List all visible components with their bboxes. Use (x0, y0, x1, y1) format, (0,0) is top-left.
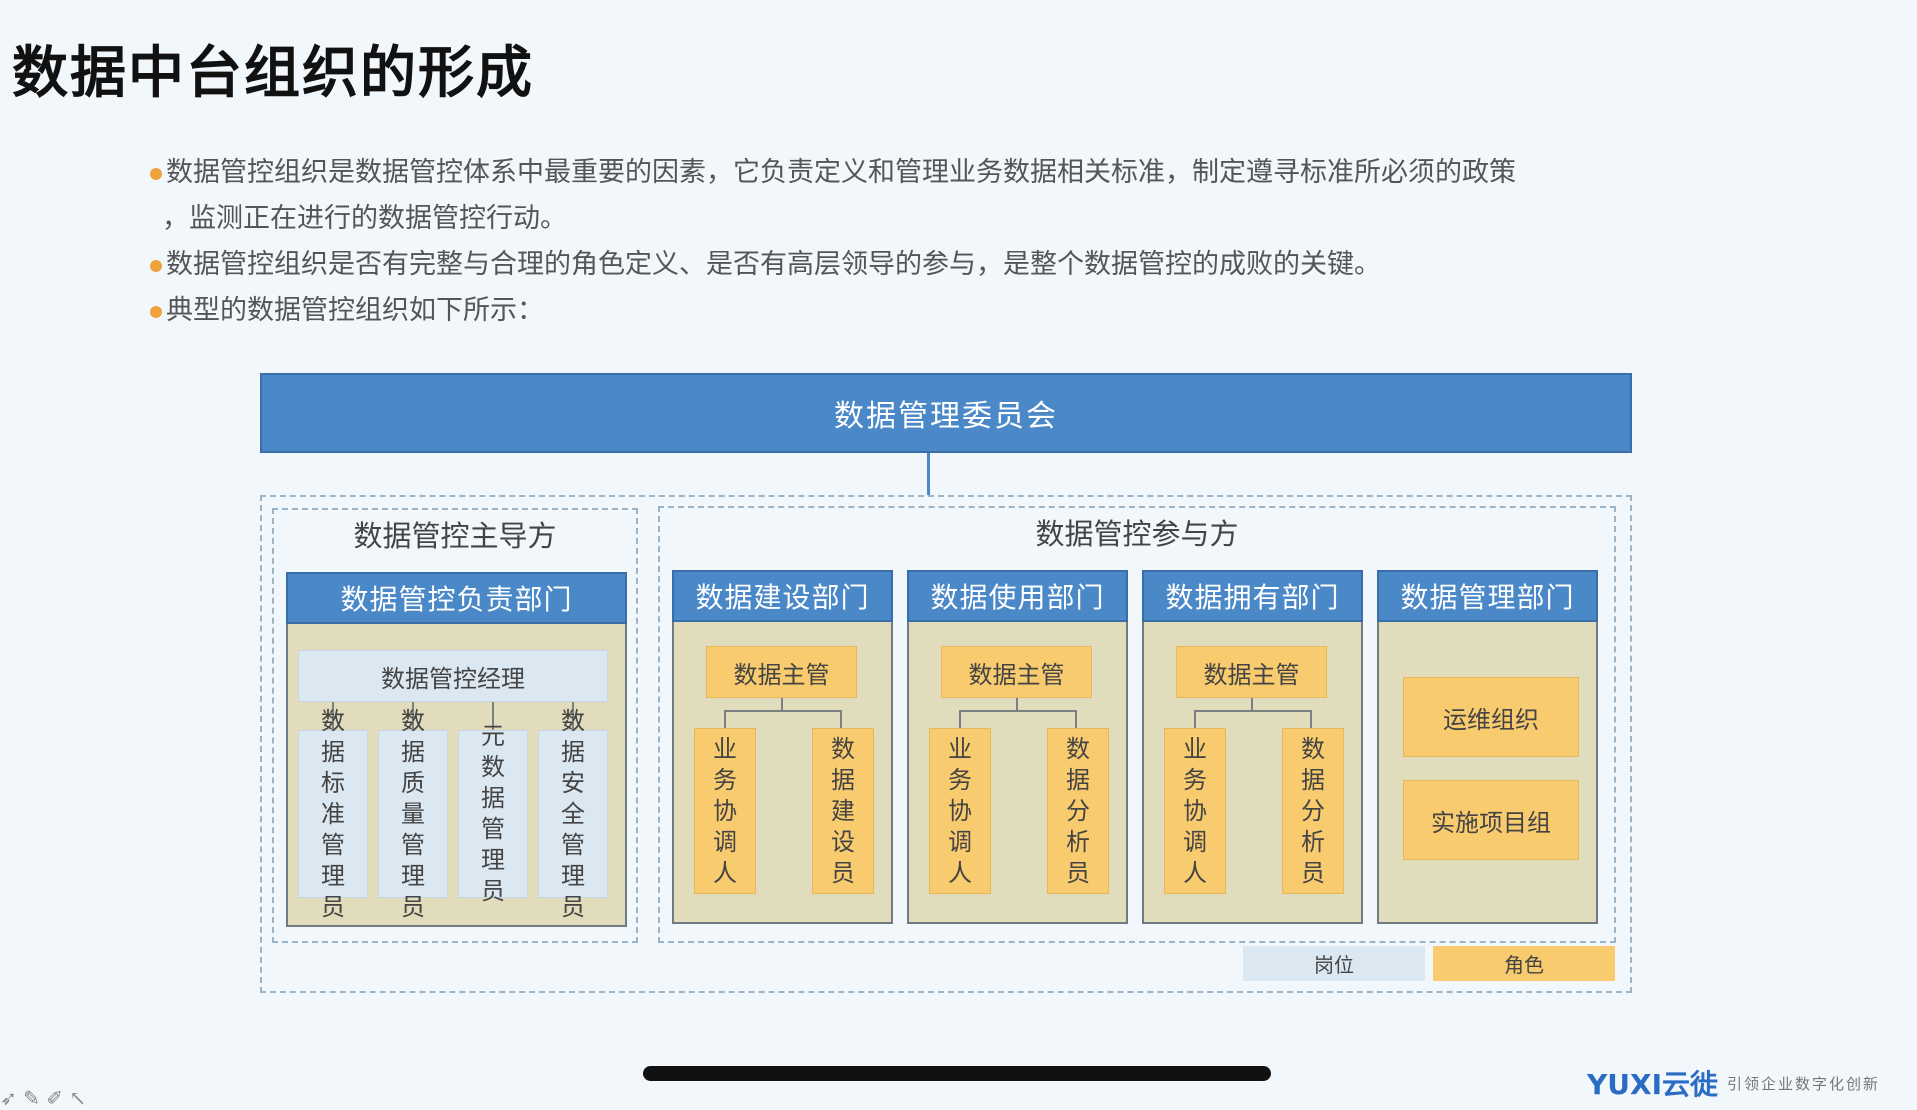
bullet-dot-icon (150, 167, 162, 180)
role-coordinator: 业务协调人 (694, 728, 756, 894)
dept-own-header: 数据拥有部门 (1142, 570, 1363, 622)
role-coordinator: 业务协调人 (929, 728, 991, 894)
tree-connector (1075, 710, 1077, 728)
lead-group-label: 数据管控主导方 (353, 519, 557, 553)
committee-box: 数据管理委员会 (260, 373, 1632, 453)
tree-connector (724, 710, 726, 728)
tree-connector (959, 710, 1077, 712)
tree-connector (1016, 698, 1018, 710)
bullet-list: 数据管控组织是数据管控体系中最重要的因素，它负责定义和管理业务数据相关标准，制定… (150, 150, 1690, 334)
tree-connector (724, 710, 842, 712)
post-security-admin: 数据安全管理员 (538, 707, 608, 921)
role-builder: 数据建设员 (812, 728, 874, 894)
brand-slogan: 引领企业数字化创新 (1727, 1075, 1881, 1093)
manager-post: 数据管控经理 (298, 650, 608, 702)
role-analyst: 数据分析员 (1282, 728, 1344, 894)
post-metadata-admin: 元数据管理员 (458, 722, 528, 905)
lead-dept-header: 数据管控负责部门 (286, 572, 627, 624)
bullet-3: 典型的数据管控组织如下所示： (150, 288, 1690, 334)
dept-own-head-role: 数据主管 (1176, 646, 1327, 698)
bullet-dot-icon (150, 305, 162, 318)
role-implementation-team: 实施项目组 (1403, 780, 1579, 860)
role-analyst: 数据分析员 (1047, 728, 1109, 894)
annotation-tools-icon[interactable]: ➶ ✎ ✐ ↖ (0, 1086, 86, 1110)
home-indicator[interactable] (643, 1066, 1271, 1081)
participant-group-label: 数据管控参与方 (1035, 517, 1239, 551)
legend-role: 角色 (1433, 946, 1615, 981)
bullet-dot-icon (150, 259, 162, 272)
dept-manage-header: 数据管理部门 (1377, 570, 1598, 622)
tree-connector (1194, 710, 1312, 712)
tree-connector (840, 710, 842, 728)
tree-connector (959, 710, 961, 728)
tree-connector (1194, 710, 1196, 728)
dept-use-head-role: 数据主管 (941, 646, 1092, 698)
page-title: 数据中台组织的形成 (12, 40, 534, 106)
post-standard-admin: 数据标准管理员 (298, 707, 368, 921)
role-coordinator: 业务协调人 (1164, 728, 1226, 894)
legend-post: 岗位 (1243, 946, 1425, 981)
dept-build-head-role: 数据主管 (706, 646, 857, 698)
tree-connector (1310, 710, 1312, 728)
committee-connector (927, 453, 930, 495)
dept-build-header: 数据建设部门 (672, 570, 893, 622)
post-quality-admin: 数据质量管理员 (378, 707, 448, 921)
role-ops-team: 运维组织 (1403, 677, 1579, 757)
dept-use-header: 数据使用部门 (907, 570, 1128, 622)
tree-connector (1251, 698, 1253, 710)
bullet-1: 数据管控组织是数据管控体系中最重要的因素，它负责定义和管理业务数据相关标准，制定… (150, 150, 1690, 196)
bullet-1-continued: ，监测正在进行的数据管控行动。 (162, 203, 567, 234)
bullet-2: 数据管控组织是否有完整与合理的角色定义、是否有高层领导的参与，是整个数据管控的成… (150, 242, 1690, 288)
brand-logo: YUXI云徙 (1587, 1068, 1719, 1101)
tree-connector (781, 698, 783, 710)
